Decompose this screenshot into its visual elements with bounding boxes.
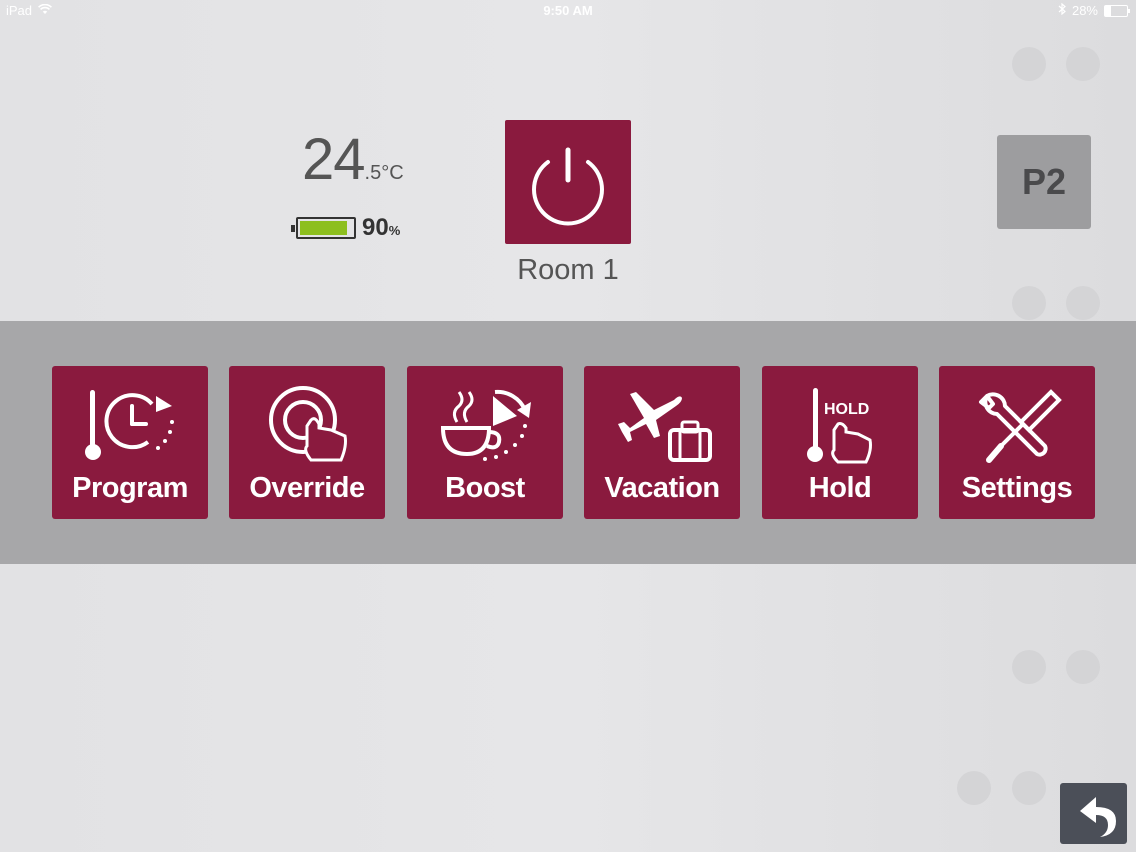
battery-icon <box>1104 4 1130 17</box>
bluetooth-icon <box>1058 2 1066 18</box>
power-icon <box>532 147 604 226</box>
device-battery: 90% <box>291 214 401 242</box>
settings-label: Settings <box>961 472 1073 504</box>
power-button[interactable] <box>505 120 631 244</box>
vacation-button[interactable]: Vacation <box>584 366 740 519</box>
hold-button[interactable]: HOLD Hold <box>762 366 918 519</box>
override-icon <box>269 386 347 462</box>
decor-dot <box>1012 650 1046 684</box>
decor-dot <box>1012 286 1046 320</box>
program-icon <box>85 390 174 460</box>
decor-dot <box>1066 47 1100 81</box>
profile-p2-button[interactable]: P2 <box>997 135 1091 229</box>
settings-button[interactable]: Settings <box>939 366 1095 519</box>
program-button[interactable]: Program <box>52 366 208 519</box>
override-label: Override <box>249 472 365 504</box>
vacation-icon <box>618 392 712 462</box>
decor-dot <box>957 771 991 805</box>
room-name: Room 1 <box>517 254 619 286</box>
decor-dot <box>1012 771 1046 805</box>
back-arrow-icon <box>1080 797 1116 837</box>
boost-button[interactable]: Boost <box>407 366 563 519</box>
settings-icon <box>979 389 1062 463</box>
status-bar: iPad 9:50 AM 28% <box>0 0 1136 22</box>
temperature-fraction: .5°C <box>364 162 404 184</box>
battery-percent: 28% <box>1071 3 1098 18</box>
boost-icon <box>440 389 531 461</box>
vacation-label: Vacation <box>604 472 720 504</box>
decor-dot <box>1066 650 1100 684</box>
override-button[interactable]: Override <box>229 366 385 519</box>
decor-dot <box>1066 286 1100 320</box>
hold-label: Hold <box>808 472 872 504</box>
svg-text:HOLD: HOLD <box>824 401 869 418</box>
hold-icon: HOLD <box>807 388 872 464</box>
program-label: Program <box>72 472 188 504</box>
boost-label: Boost <box>445 472 525 504</box>
back-button[interactable] <box>1060 783 1127 844</box>
battery-icon <box>291 217 356 239</box>
temperature-readout: 24.5°C <box>302 126 404 193</box>
clock: 9:50 AM <box>543 3 593 18</box>
battery-level-text: 90% <box>362 214 401 241</box>
temperature-whole: 24 <box>302 127 366 192</box>
decor-dot <box>1012 47 1046 81</box>
